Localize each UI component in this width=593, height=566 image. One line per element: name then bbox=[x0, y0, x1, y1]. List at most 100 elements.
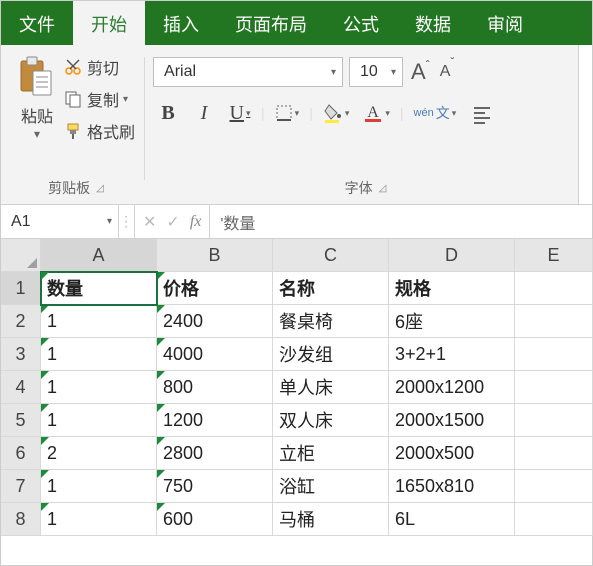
column-header-e[interactable]: E bbox=[515, 239, 593, 272]
phonetic-guide-button[interactable]: wén 文 ▾ bbox=[410, 97, 461, 129]
cancel-icon[interactable]: ✕ bbox=[143, 212, 156, 232]
format-painter-button[interactable]: 格式刷 bbox=[63, 119, 135, 143]
tab-home[interactable]: 开始 bbox=[73, 1, 145, 45]
increase-font-size-button[interactable]: Aˆ bbox=[409, 59, 432, 85]
cut-button[interactable]: 剪切 bbox=[63, 55, 135, 79]
row-header[interactable]: 3 bbox=[1, 338, 41, 371]
row-header[interactable]: 1 bbox=[1, 272, 41, 305]
chevron-down-icon[interactable]: ▾ bbox=[107, 216, 112, 227]
cell[interactable]: 沙发组 bbox=[273, 338, 389, 371]
chevron-down-icon: ▾ bbox=[391, 67, 396, 78]
bold-button[interactable]: B bbox=[153, 97, 183, 129]
cell[interactable] bbox=[515, 503, 593, 536]
cell[interactable]: 餐桌椅 bbox=[273, 305, 389, 338]
font-name-select[interactable]: Arial ▾ bbox=[153, 57, 343, 87]
cell[interactable]: 4000 bbox=[157, 338, 273, 371]
ribbon-tabs: 文件 开始 插入 页面布局 公式 数据 审阅 bbox=[1, 1, 592, 45]
cell[interactable]: 2800 bbox=[157, 437, 273, 470]
cell[interactable] bbox=[515, 404, 593, 437]
cell[interactable] bbox=[515, 470, 593, 503]
cell[interactable]: 1 bbox=[41, 470, 157, 503]
cell[interactable]: 1200 bbox=[157, 404, 273, 437]
row-header[interactable]: 6 bbox=[1, 437, 41, 470]
cell[interactable]: 6座 bbox=[389, 305, 515, 338]
cell[interactable]: 名称 bbox=[273, 272, 389, 305]
cell[interactable]: 600 bbox=[157, 503, 273, 536]
copy-label: 复制 bbox=[87, 87, 119, 111]
row-header[interactable]: 2 bbox=[1, 305, 41, 338]
tab-formulas[interactable]: 公式 bbox=[325, 1, 397, 45]
fx-buttons: ✕ ✓ fx bbox=[135, 205, 210, 238]
paste-label: 粘贴 bbox=[21, 103, 53, 127]
column-header-d[interactable]: D bbox=[389, 239, 515, 272]
cell[interactable]: 2000x500 bbox=[389, 437, 515, 470]
tab-review[interactable]: 审阅 bbox=[469, 1, 541, 45]
copy-icon bbox=[63, 89, 83, 109]
formula-input[interactable]: '数量 bbox=[210, 205, 592, 238]
cell[interactable]: 1 bbox=[41, 338, 157, 371]
tab-page-layout[interactable]: 页面布局 bbox=[217, 1, 325, 45]
borders-button[interactable]: ▾ bbox=[271, 97, 304, 129]
enter-icon[interactable]: ✓ bbox=[166, 212, 179, 232]
decrease-font-size-button[interactable]: Aˇ bbox=[438, 63, 457, 81]
tab-insert[interactable]: 插入 bbox=[145, 1, 217, 45]
fill-color-button[interactable]: ▾ bbox=[319, 97, 354, 129]
cell[interactable]: 800 bbox=[157, 371, 273, 404]
column-header-b[interactable]: B bbox=[157, 239, 273, 272]
cell[interactable]: 单人床 bbox=[273, 371, 389, 404]
cell[interactable]: 立柜 bbox=[273, 437, 389, 470]
cell[interactable]: 750 bbox=[157, 470, 273, 503]
cell[interactable] bbox=[515, 371, 593, 404]
cell[interactable]: 6L bbox=[389, 503, 515, 536]
column-header-c[interactable]: C bbox=[273, 239, 389, 272]
formulabar-splitter[interactable]: ⋮ bbox=[119, 205, 135, 238]
spreadsheet-grid[interactable]: A B C D E 1 数量 价格 名称 规格 2 1 2400 餐桌椅 6座 … bbox=[1, 239, 592, 536]
cut-label: 剪切 bbox=[87, 55, 119, 79]
cell[interactable] bbox=[515, 437, 593, 470]
cell[interactable] bbox=[515, 305, 593, 338]
font-size-select[interactable]: 10 ▾ bbox=[349, 57, 403, 87]
cell[interactable] bbox=[515, 338, 593, 371]
font-color-button[interactable]: A ▾ bbox=[359, 97, 394, 129]
column-header-a[interactable]: A bbox=[41, 239, 157, 272]
font-group-label: 字体 bbox=[345, 178, 373, 198]
cell[interactable]: 2000x1500 bbox=[389, 404, 515, 437]
font-launcher[interactable]: ◿ bbox=[379, 183, 387, 194]
row-header[interactable]: 5 bbox=[1, 404, 41, 437]
cell[interactable]: 马桶 bbox=[273, 503, 389, 536]
cell[interactable]: 双人床 bbox=[273, 404, 389, 437]
cell[interactable]: 数量 bbox=[41, 272, 157, 305]
cell[interactable] bbox=[515, 272, 593, 305]
cell[interactable]: 2400 bbox=[157, 305, 273, 338]
name-box-value: A1 bbox=[11, 213, 31, 231]
cell[interactable]: 2000x1200 bbox=[389, 371, 515, 404]
formula-bar: A1 ▾ ⋮ ✕ ✓ fx '数量 bbox=[1, 205, 592, 239]
copy-dropdown-arrow[interactable]: ▾ bbox=[123, 94, 128, 105]
tab-file[interactable]: 文件 bbox=[1, 1, 73, 45]
select-all-button[interactable] bbox=[1, 239, 41, 272]
paste-button[interactable]: 粘贴 ▾ bbox=[15, 51, 59, 141]
copy-button[interactable]: 复制 ▾ bbox=[63, 87, 135, 111]
cell[interactable]: 浴缸 bbox=[273, 470, 389, 503]
italic-button[interactable]: I bbox=[189, 97, 219, 129]
tab-data[interactable]: 数据 bbox=[397, 1, 469, 45]
cell[interactable]: 1650x810 bbox=[389, 470, 515, 503]
align-button[interactable] bbox=[466, 97, 496, 129]
row-header[interactable]: 7 bbox=[1, 470, 41, 503]
row-header[interactable]: 4 bbox=[1, 371, 41, 404]
cell[interactable]: 1 bbox=[41, 404, 157, 437]
row-header[interactable]: 8 bbox=[1, 503, 41, 536]
cell[interactable]: 规格 bbox=[389, 272, 515, 305]
cell[interactable]: 1 bbox=[41, 503, 157, 536]
cell[interactable]: 价格 bbox=[157, 272, 273, 305]
cell[interactable]: 3+2+1 bbox=[389, 338, 515, 371]
cell[interactable]: 1 bbox=[41, 371, 157, 404]
clipboard-launcher[interactable]: ◿ bbox=[96, 183, 104, 194]
name-box[interactable]: A1 ▾ bbox=[1, 205, 119, 238]
underline-button[interactable]: U ▾ bbox=[225, 97, 255, 129]
scissors-icon bbox=[63, 57, 83, 77]
paste-dropdown-arrow[interactable]: ▾ bbox=[34, 127, 40, 141]
cell[interactable]: 2 bbox=[41, 437, 157, 470]
cell[interactable]: 1 bbox=[41, 305, 157, 338]
fx-label[interactable]: fx bbox=[190, 213, 202, 231]
